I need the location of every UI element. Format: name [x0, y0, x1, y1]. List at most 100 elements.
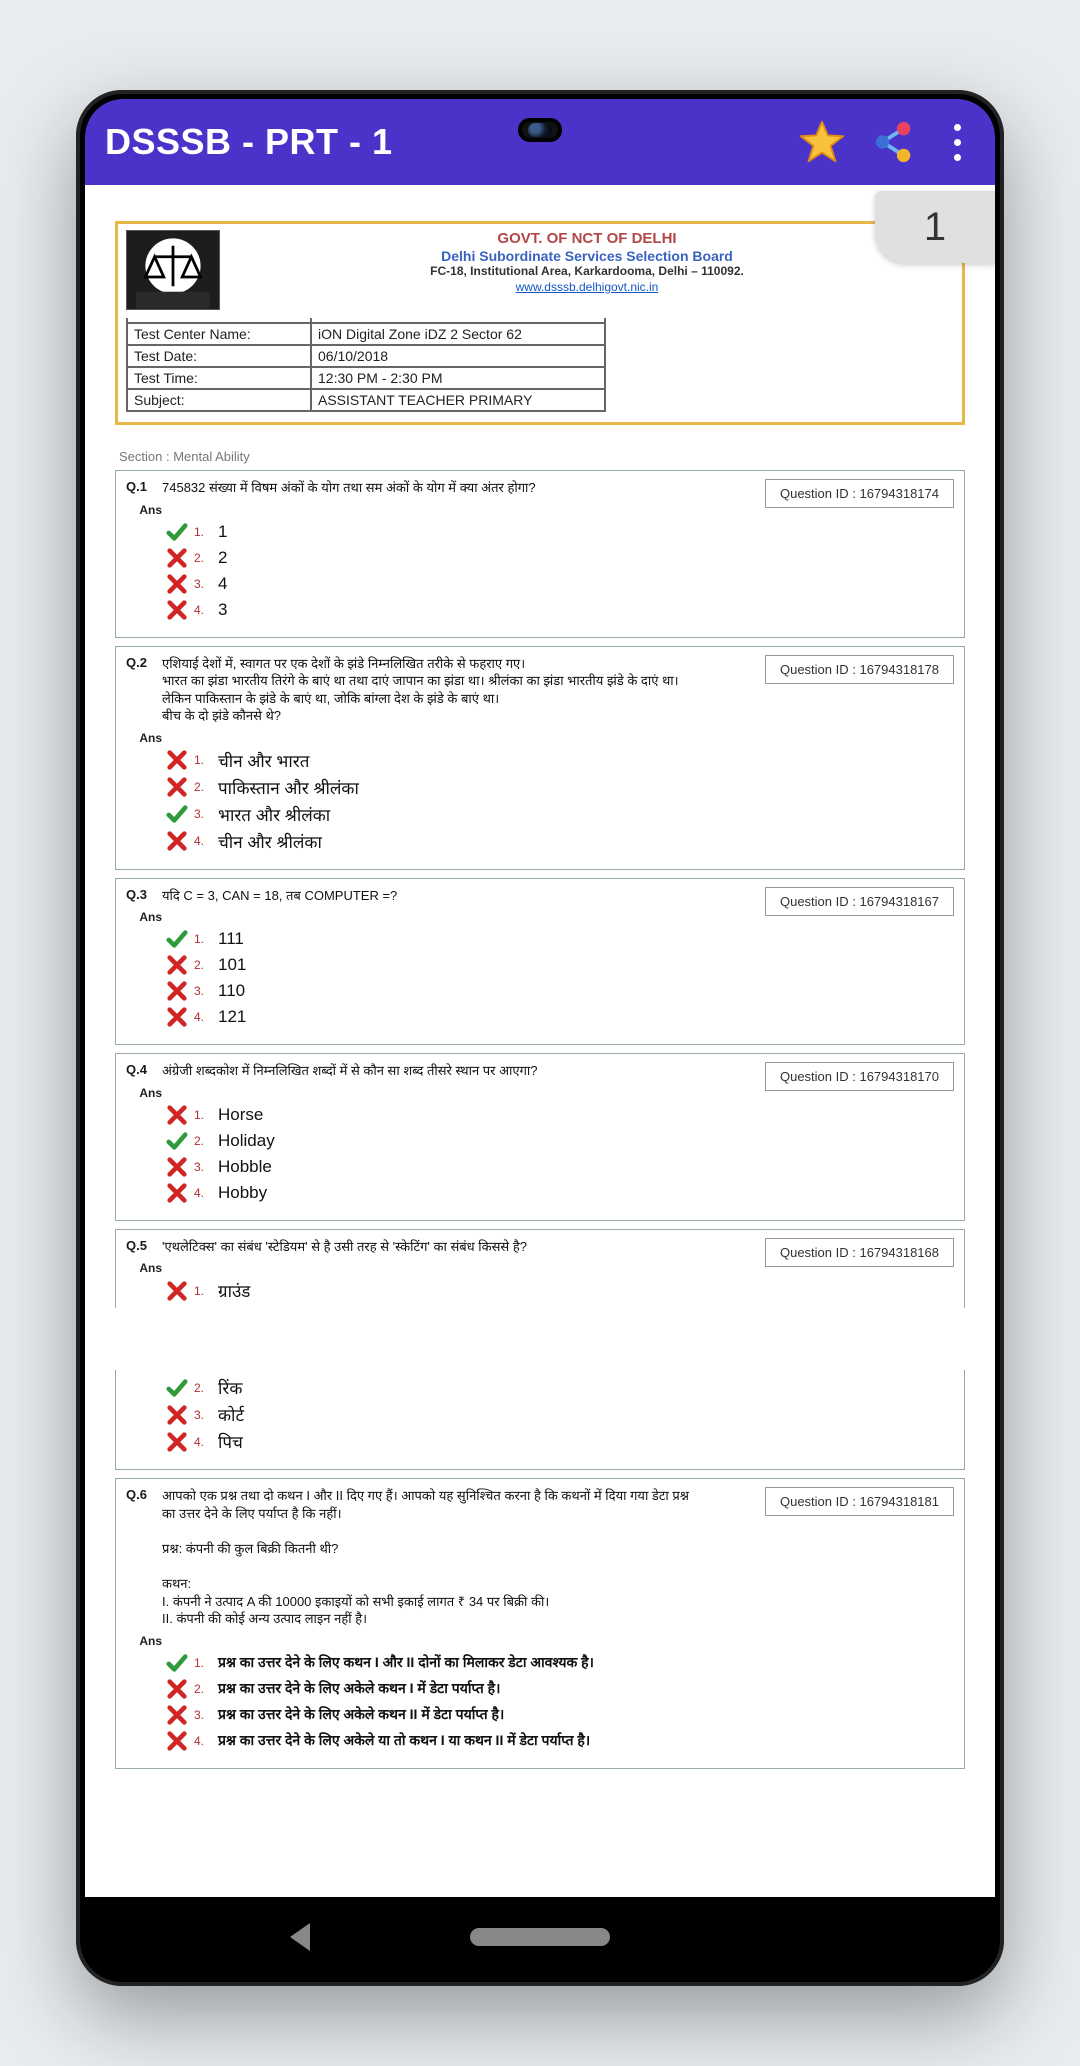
favorite-button[interactable]	[793, 113, 851, 171]
more-vert-icon	[947, 119, 967, 165]
option-number: 3.	[194, 1708, 208, 1722]
option-number: 2.	[194, 551, 208, 565]
content-area[interactable]: 1 GOVT. OF NCT OF DELHI	[85, 185, 995, 1897]
section-label: Section : Mental Ability	[119, 449, 965, 464]
answers-label: Ans	[126, 1261, 168, 1275]
check-icon	[166, 1652, 188, 1674]
question-id: Question ID : 16794318168	[765, 1238, 954, 1267]
question-block: Question ID : 16794318174Q.1745832 संख्य…	[115, 470, 965, 638]
question-id: Question ID : 16794318181	[765, 1487, 954, 1516]
answer-option[interactable]: 2.Holiday	[166, 1130, 954, 1152]
share-icon	[871, 119, 917, 165]
question-number: Q.6	[126, 1487, 162, 1627]
answer-option[interactable]: 2.2	[166, 547, 954, 569]
home-pill[interactable]	[470, 1928, 610, 1946]
header-line-2: Delhi Subordinate Services Selection Boa…	[220, 248, 954, 264]
board-logo	[126, 230, 220, 310]
answer-option[interactable]: 3.4	[166, 573, 954, 595]
answer-option[interactable]: 1. ग्राउंड	[166, 1279, 954, 1302]
option-number: 3.	[194, 1408, 208, 1422]
header-line-3: FC-18, Institutional Area, Karkardooma, …	[220, 264, 954, 278]
cross-icon	[166, 547, 188, 569]
option-text: प्रश्न का उत्तर देने के लिए अकेले कथन II…	[218, 1705, 504, 1724]
option-number: 4.	[194, 603, 208, 617]
cross-icon	[166, 1006, 188, 1028]
check-icon	[166, 803, 188, 825]
info-label: Test Date:	[127, 345, 311, 367]
back-button[interactable]	[290, 1923, 310, 1951]
answer-option[interactable]: 3.भारत और श्रीलंका	[166, 803, 954, 826]
option-text: 4	[218, 574, 227, 594]
info-label: Test Center Name:	[127, 323, 311, 345]
share-button[interactable]	[865, 113, 923, 171]
info-value: iON Digital Zone iDZ 2 Sector 62	[311, 323, 605, 345]
answer-option[interactable]: 3. प्रश्न का उत्तर देने के लिए अकेले कथन …	[166, 1704, 954, 1726]
answers-label: Ans	[126, 731, 168, 745]
option-number: 1.	[194, 1108, 208, 1122]
option-number: 4.	[194, 1435, 208, 1449]
option-number: 4.	[194, 1734, 208, 1748]
question-number: Q.5	[126, 1238, 162, 1256]
answer-option[interactable]: 2.रिंक	[166, 1376, 954, 1399]
option-number: 1.	[194, 1656, 208, 1670]
question-block: Question ID : 16794318168Q.5'एथलेटिक्स' …	[115, 1229, 965, 1471]
cross-icon	[166, 954, 188, 976]
document-body: GOVT. OF NCT OF DELHI Delhi Subordinate …	[115, 221, 965, 1777]
cross-icon	[166, 599, 188, 621]
page-title: DSSSB - PRT - 1	[105, 121, 713, 163]
answer-option[interactable]: 4.पिच	[166, 1430, 954, 1453]
question-block: Question ID : 16794318167Q.3यदि C = 3, C…	[115, 878, 965, 1046]
answer-option[interactable]: 4.चीन और श्रीलंका	[166, 830, 954, 853]
answer-option[interactable]: 1.111	[166, 928, 954, 950]
option-number: 3.	[194, 807, 208, 821]
answer-option[interactable]: 1.प्रश्न का उत्तर देने के लिए कथन I और I…	[166, 1652, 954, 1674]
answer-option[interactable]: 3.Hobble	[166, 1156, 954, 1178]
page-gap	[88, 1308, 992, 1370]
option-number: 1.	[194, 1284, 208, 1298]
cross-icon	[166, 830, 188, 852]
cross-icon	[166, 1678, 188, 1700]
option-text: प्रश्न का उत्तर देने के लिए अकेले या तो …	[218, 1731, 590, 1750]
answer-option[interactable]: 1.1	[166, 521, 954, 543]
answer-option[interactable]: 3. कोर्ट	[166, 1403, 954, 1426]
option-text: प्रश्न का उत्तर देने के लिए अकेले कथन I …	[218, 1679, 500, 1698]
answer-option[interactable]: 2. प्रश्न का उत्तर देने के लिए अकेले कथन …	[166, 1678, 954, 1700]
option-number: 4.	[194, 1010, 208, 1024]
overflow-menu-button[interactable]	[937, 113, 977, 171]
question-id: Question ID : 16794318178	[765, 655, 954, 684]
header-link[interactable]: www.dsssb.delhigovt.nic.in	[516, 280, 659, 294]
page-number-badge[interactable]: 1	[875, 191, 995, 263]
answer-option[interactable]: 2.पाकिस्तान और श्रीलंका	[166, 776, 954, 799]
answer-option[interactable]: 4.Hobby	[166, 1182, 954, 1204]
cross-icon	[166, 1730, 188, 1752]
front-camera	[518, 118, 562, 142]
info-label: Test Time:	[127, 367, 311, 389]
answer-option[interactable]: 4. प्रश्न का उत्तर देने के लिए अकेले या त…	[166, 1730, 954, 1752]
exam-info-table: Test Center Name:iON Digital Zone iDZ 2 …	[126, 318, 606, 412]
option-text: ग्राउंड	[218, 1279, 250, 1302]
option-text: पाकिस्तान और श्रीलंका	[218, 776, 359, 799]
cross-icon	[166, 1156, 188, 1178]
info-value: 06/10/2018	[311, 345, 605, 367]
answer-option[interactable]: 2.101	[166, 954, 954, 976]
cross-icon	[166, 749, 188, 771]
answer-option[interactable]: 4.121	[166, 1006, 954, 1028]
header-line-1: GOVT. OF NCT OF DELHI	[497, 230, 676, 247]
option-number: 4.	[194, 834, 208, 848]
option-text: Horse	[218, 1105, 263, 1125]
question-id: Question ID : 16794318174	[765, 479, 954, 508]
answer-option[interactable]: 1.चीन और भारत	[166, 749, 954, 772]
option-number: 2.	[194, 1682, 208, 1696]
option-text: 101	[218, 955, 246, 975]
question-id: Question ID : 16794318170	[765, 1062, 954, 1091]
answer-option[interactable]: 1. Horse	[166, 1104, 954, 1126]
option-text: कोर्ट	[218, 1403, 244, 1426]
answer-option[interactable]: 3.110	[166, 980, 954, 1002]
info-label: Subject:	[127, 389, 311, 411]
cross-icon	[166, 573, 188, 595]
option-text: चीन और भारत	[218, 749, 309, 772]
answer-option[interactable]: 4.3	[166, 599, 954, 621]
option-text: 1	[218, 522, 227, 542]
question-block: Question ID : 16794318170Q.4अंग्रेजी शब्…	[115, 1053, 965, 1221]
option-text: 110	[218, 981, 245, 1001]
